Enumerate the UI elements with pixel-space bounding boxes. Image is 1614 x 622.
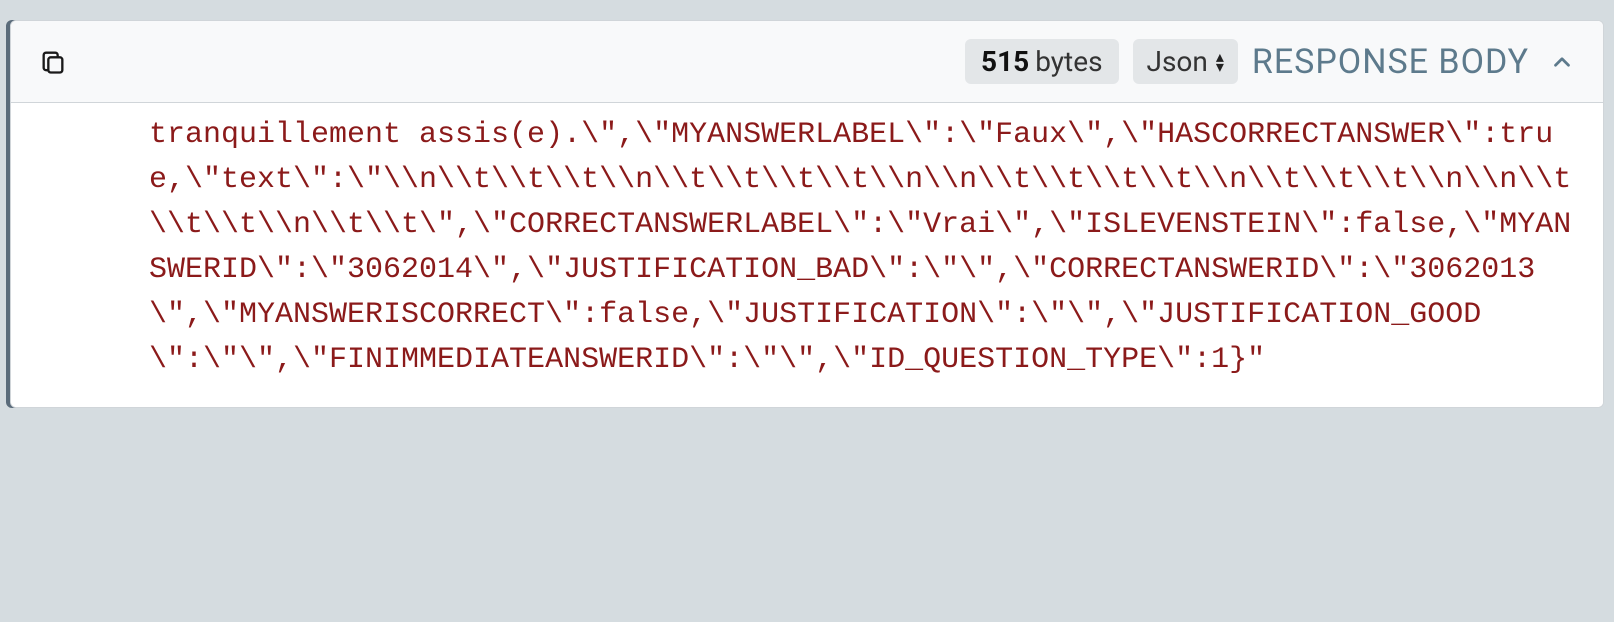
copy-icon[interactable]	[39, 48, 67, 76]
size-value: 515	[981, 45, 1029, 78]
response-body-text: tranquillement assis(e).\",\"MYANSWERLAB…	[39, 113, 1575, 383]
chevron-up-icon[interactable]	[1549, 49, 1575, 75]
format-label: Json	[1147, 45, 1208, 78]
panel-header: 515 bytes Json ▴ ▾ RESPONSE BODY	[11, 21, 1603, 103]
response-panel: 515 bytes Json ▴ ▾ RESPONSE BODY tranqui…	[10, 20, 1604, 408]
select-arrows-icon: ▴ ▾	[1216, 52, 1224, 71]
size-badge: 515 bytes	[965, 39, 1118, 84]
size-unit: bytes	[1035, 45, 1102, 78]
format-select[interactable]: Json ▴ ▾	[1133, 39, 1238, 84]
section-title: RESPONSE BODY	[1252, 42, 1529, 82]
panel-body: tranquillement assis(e).\",\"MYANSWERLAB…	[11, 103, 1603, 407]
